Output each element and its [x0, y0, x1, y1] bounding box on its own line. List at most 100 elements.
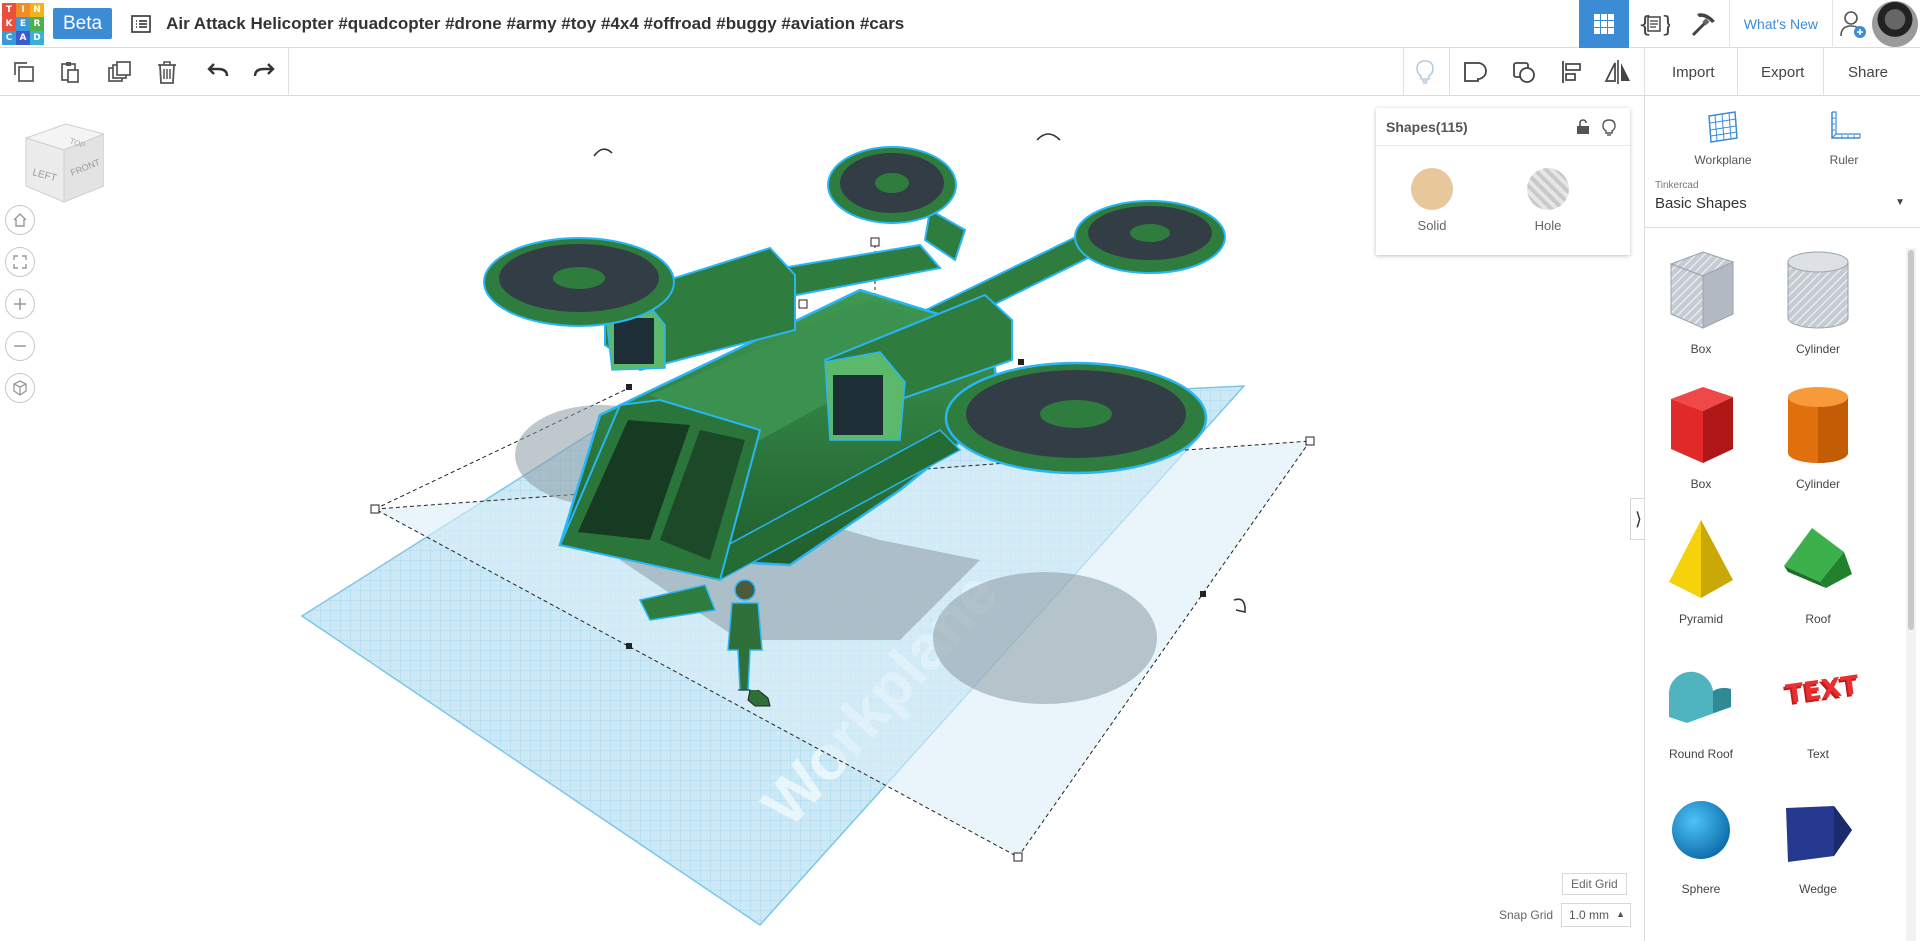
copy-button[interactable] [0, 48, 48, 96]
ungroup-button[interactable] [1500, 48, 1548, 96]
fit-view-button[interactable] [5, 247, 35, 277]
resize-handle[interactable] [1013, 852, 1023, 862]
align-button[interactable] [1548, 48, 1596, 96]
trash-icon [158, 61, 176, 84]
minecraft-button[interactable] [1679, 0, 1729, 48]
add-user-button[interactable] [1832, 0, 1872, 48]
shape-text[interactable]: TEXT TEXT Text [1763, 651, 1873, 761]
import-button[interactable]: Import [1660, 56, 1727, 88]
logo-letter: I [16, 2, 30, 17]
undo-button[interactable] [194, 48, 242, 96]
height-handle[interactable] [870, 237, 880, 247]
shape-label: Round Roof [1668, 747, 1734, 761]
hide-button[interactable] [1600, 118, 1618, 136]
solid-swatch[interactable] [1411, 168, 1453, 210]
toolbar-divider [1737, 48, 1738, 96]
shape-label: Box [1690, 477, 1712, 491]
cylinder-orange-icon [1788, 387, 1848, 463]
zoom-out-button[interactable] [5, 331, 35, 361]
logo-letter: E [16, 16, 30, 31]
resize-handle[interactable] [626, 643, 632, 649]
chevron-down-icon[interactable]: ▼ [1895, 197, 1905, 208]
hole-label: Hole [1534, 218, 1562, 233]
shape-label: Text [1806, 747, 1829, 761]
shape-pyramid[interactable]: Pyramid [1646, 516, 1756, 626]
library-select[interactable]: Basic Shapes [1655, 195, 1747, 212]
scrollbar-thumb[interactable] [1908, 250, 1914, 630]
lock-button[interactable] [1574, 118, 1592, 136]
perspective-button[interactable] [5, 373, 35, 403]
codeblocks-icon: {} [1638, 13, 1670, 37]
duplicate-button[interactable] [95, 48, 143, 96]
shape-label: Sphere [1681, 882, 1721, 896]
pickaxe-icon [1691, 13, 1715, 37]
codeblocks-button[interactable]: {} [1629, 0, 1679, 48]
design-list-icon[interactable] [128, 11, 154, 37]
cylinder-hole-icon [1787, 251, 1849, 329]
beta-badge[interactable]: Beta [53, 8, 113, 39]
workplane-label: Workplane [1694, 153, 1752, 167]
mirror-button[interactable] [1594, 48, 1642, 96]
resize-handle[interactable] [370, 504, 380, 514]
rotate-handle-icon[interactable] [593, 148, 613, 157]
avatar[interactable] [1872, 1, 1918, 47]
shape-sphere[interactable]: Sphere [1646, 786, 1756, 896]
resize-handle[interactable] [798, 299, 808, 309]
shape-label: Cylinder [1795, 342, 1840, 356]
show-all-button[interactable] [1401, 48, 1449, 96]
snap-grid-select[interactable]: 1.0 mm ▲ [1561, 903, 1631, 927]
shape-round-roof[interactable]: Round Roof [1646, 651, 1756, 761]
workplane-tool[interactable]: Workplane [1678, 108, 1768, 167]
shape-cylinder[interactable]: Cylinder [1763, 381, 1873, 491]
delete-button[interactable] [143, 48, 191, 96]
group-button[interactable] [1451, 48, 1499, 96]
logo-letter: R [30, 16, 44, 31]
ruler-label: Ruler [1829, 153, 1859, 167]
view-cube[interactable]: TOP LEFT FRONT [20, 120, 106, 204]
tinkercad-editor: T I N K E R C A D Beta Air Attack Helico… [0, 0, 1920, 941]
box-red-icon [1671, 387, 1733, 463]
resize-handle[interactable] [626, 384, 632, 390]
logo-letter: A [16, 30, 30, 45]
logo-letter: D [30, 30, 44, 45]
chevron-up-icon: ▲ [1616, 909, 1625, 919]
hole-swatch[interactable] [1527, 168, 1569, 210]
zoom-in-button[interactable] [5, 289, 35, 319]
hole-option[interactable]: Hole [1518, 168, 1578, 233]
export-button[interactable]: Export [1749, 56, 1816, 88]
shapes-panel: Workplane Ruler Tinkercad Basic Shapes ▼… [1644, 96, 1920, 941]
redo-button[interactable] [240, 48, 288, 96]
toolbar-divider [1449, 48, 1450, 96]
edit-grid-button[interactable]: Edit Grid [1562, 873, 1627, 895]
roof-icon [1784, 528, 1852, 588]
svg-text:}: } [1661, 13, 1670, 37]
align-icon [1562, 61, 1581, 83]
rotor [944, 361, 1208, 475]
solid-option[interactable]: Solid [1402, 168, 1462, 233]
shape-box-hole[interactable]: Box [1646, 246, 1756, 356]
home-view-button[interactable] [5, 205, 35, 235]
shape-wedge[interactable]: Wedge [1763, 786, 1873, 896]
ruler-tool[interactable]: Ruler [1799, 108, 1889, 167]
panel-divider [1645, 227, 1920, 228]
rotate-handle-icon[interactable] [1233, 598, 1246, 613]
tinkercad-logo[interactable]: T I N K E R C A D [2, 2, 44, 45]
resize-handle[interactable] [1200, 591, 1206, 597]
share-button[interactable]: Share [1836, 56, 1900, 88]
resize-handle[interactable] [1018, 359, 1024, 365]
shape-box[interactable]: Box [1646, 381, 1756, 491]
group-icon [1464, 62, 1487, 82]
resize-handle[interactable] [1305, 436, 1315, 446]
snap-grid-label: Snap Grid [1499, 908, 1554, 922]
shape-roof[interactable]: Roof [1763, 516, 1873, 626]
copy-icon [14, 62, 34, 82]
3d-view-button[interactable] [1578, 0, 1629, 48]
design-title[interactable]: Air Attack Helicopter #quadcopter #drone… [166, 14, 904, 34]
shape-cylinder-hole[interactable]: Cylinder [1763, 246, 1873, 356]
pyramid-icon [1669, 520, 1733, 598]
shape-label: Roof [1805, 612, 1831, 626]
paste-button[interactable] [46, 48, 94, 96]
whats-new-link[interactable]: What's New [1728, 0, 1832, 48]
logo-letter: C [2, 30, 16, 45]
rotate-handle-icon[interactable] [1036, 133, 1061, 141]
